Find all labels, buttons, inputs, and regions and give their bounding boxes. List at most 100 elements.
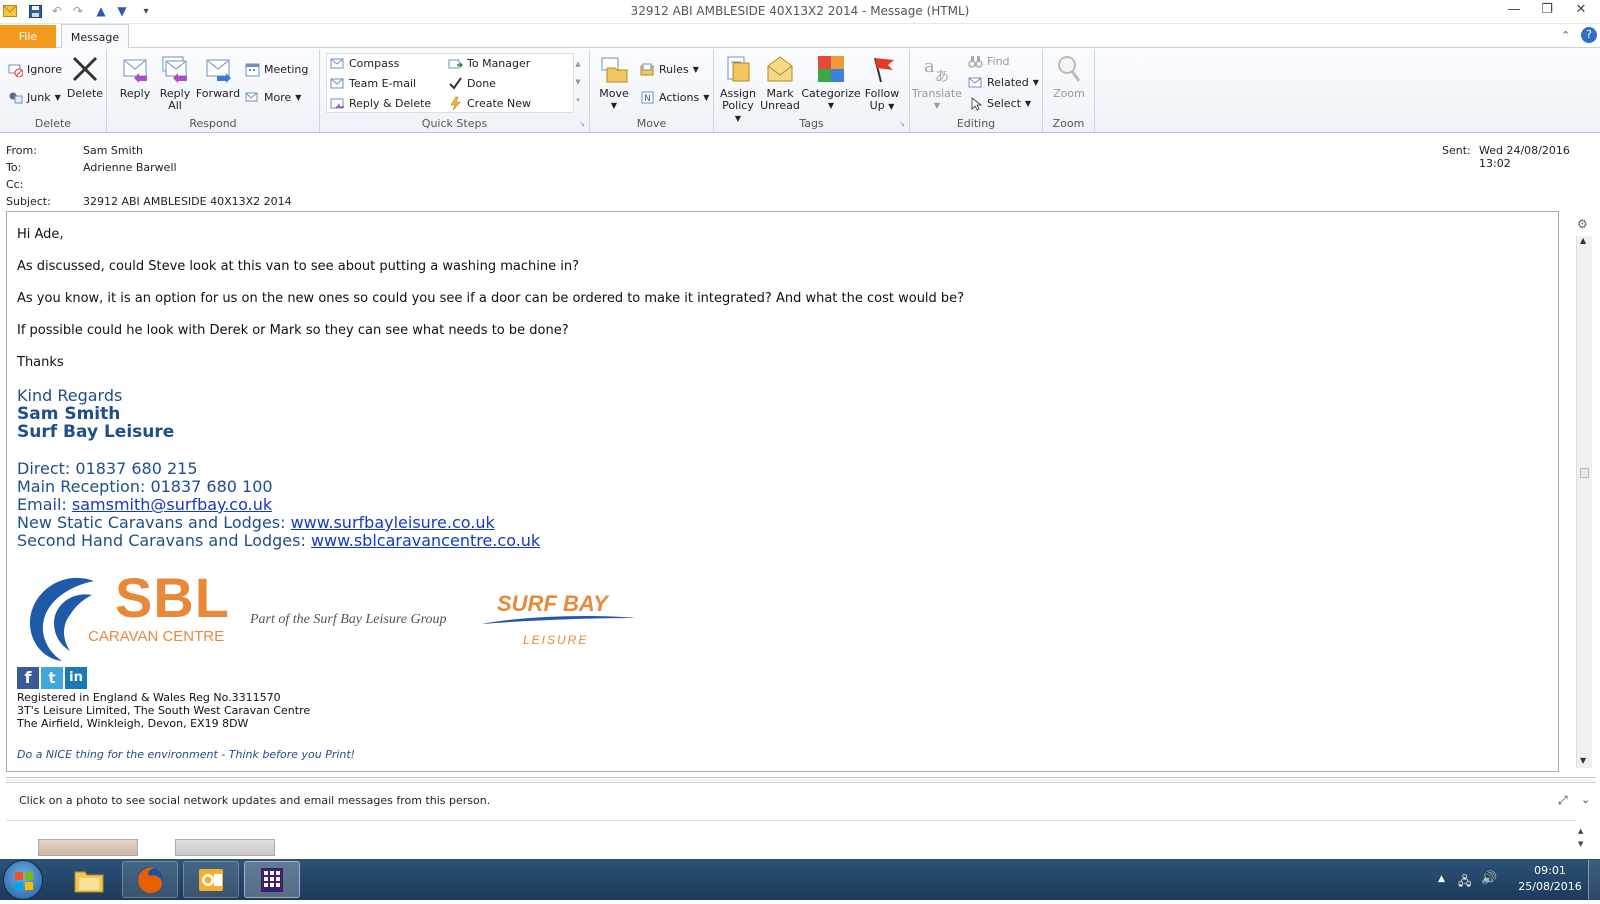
from-value[interactable]: Sam Smith — [83, 144, 143, 157]
select-button[interactable]: Select ▼ — [968, 96, 1031, 111]
quick-step-compass[interactable]: Compass — [330, 56, 399, 71]
thanks: Thanks — [17, 355, 64, 370]
chevron-down-icon: ▼ — [933, 101, 941, 110]
dialog-launcher-icon[interactable]: ↘ — [579, 120, 585, 128]
chevron-down-icon: ▼ — [54, 93, 61, 102]
vertical-scrollbar[interactable]: ▲ ▼ — [1576, 236, 1592, 768]
twitter-icon[interactable]: t — [41, 667, 63, 689]
reply-label: Reply — [119, 87, 151, 100]
scroll-up-icon[interactable]: ▲ — [1580, 236, 1586, 245]
logo-caravan-centre: CARAVAN CENTRE — [88, 628, 225, 645]
signature-regards: Kind Regards — [17, 386, 123, 405]
pane-splitter[interactable] — [6, 777, 1596, 781]
people-scroll[interactable]: ▲ ▼ — [1578, 825, 1583, 851]
windows-taskbar — [0, 859, 1600, 900]
junk-button[interactable]: Junk ▼ — [8, 90, 61, 105]
rules-button[interactable]: Rules ▼ — [640, 62, 699, 77]
quick-step-label: To Manager — [467, 57, 531, 70]
quick-step-to-manager[interactable]: To Manager — [448, 56, 530, 71]
forward-button[interactable]: Forward — [195, 54, 241, 100]
minimize-ribbon-icon[interactable]: ⌃ — [1561, 29, 1570, 42]
sent-value: Wed 24/08/2016 13:02 — [1479, 144, 1570, 170]
ignore-button[interactable]: Ignore — [8, 62, 62, 78]
taskbar-firefox[interactable] — [122, 861, 178, 898]
translate-button[interactable]: aあ Translate ▼ — [912, 54, 962, 112]
quick-steps-group: Compass To Manager Team E-mail Done Repl… — [320, 50, 590, 132]
quick-steps-scroll[interactable]: ▲ ▼ ▾ — [572, 55, 584, 109]
firefox-icon — [137, 866, 163, 893]
to-manager-icon — [448, 56, 464, 71]
chevron-down-icon: ▼ — [692, 65, 699, 74]
taskbar-calculator-app[interactable] — [244, 861, 300, 898]
tab-file[interactable]: File — [0, 25, 56, 48]
move-group-label: Move — [636, 117, 667, 130]
quick-step-reply-delete[interactable]: Reply & Delete — [330, 96, 431, 111]
delete-label: Delete — [66, 87, 104, 100]
reply-all-button[interactable]: Reply All — [155, 54, 195, 112]
svg-text:N: N — [644, 94, 651, 104]
second-hand-label: Second Hand Caravans and Lodges: — [17, 531, 311, 550]
move-button[interactable]: Move ▼ — [596, 54, 632, 112]
show-desktop-button[interactable] — [1588, 860, 1600, 900]
quick-step-team-email[interactable]: Team E-mail — [330, 76, 416, 91]
email-link[interactable]: samsmith@surfbay.co.uk — [72, 495, 272, 514]
find-button[interactable]: Find — [968, 54, 1010, 69]
show-hidden-icons[interactable]: ▲ — [1438, 874, 1445, 884]
actions-button[interactable]: N Actions ▼ — [640, 90, 709, 105]
network-icon[interactable]: 🖧 — [1458, 872, 1471, 893]
minimize-button[interactable]: — — [1500, 2, 1528, 20]
signature-name: Sam Smith — [17, 404, 121, 424]
tab-message[interactable]: Message — [61, 24, 129, 49]
clock-date[interactable]: 25/08/2016 — [1508, 880, 1592, 893]
paragraph-3: If possible could he look with Derek or … — [17, 323, 569, 338]
window-title: 32912 ABI AMBLESIDE 40X13X2 2014 - Messa… — [630, 4, 970, 18]
signature-company: Surf Bay Leisure — [17, 422, 175, 442]
expand-pane-icon[interactable]: ⤢ — [1558, 793, 1568, 808]
title-bar: ↶ ↷ ▲ ▼ ▾ 32912 ABI AMBLESIDE 40X13X2 20… — [0, 0, 1600, 24]
close-button[interactable]: ✕ — [1567, 2, 1595, 20]
quick-step-done[interactable]: Done — [448, 76, 496, 91]
help-icon[interactable]: ? — [1581, 27, 1597, 43]
people-pane: Click on a photo to see social network u… — [6, 782, 1596, 822]
registration-line-2: 3T's Leisure Limited, The South West Car… — [17, 704, 311, 717]
settings-icon[interactable]: ⚙ — [1577, 217, 1588, 231]
scroll-down-icon[interactable]: ▼ — [1580, 756, 1586, 765]
new-caravans-label: New Static Caravans and Lodges: — [17, 513, 291, 532]
checkmark-icon — [448, 76, 463, 91]
new-caravans-link[interactable]: www.surfbayleisure.co.uk — [291, 513, 495, 532]
facebook-icon[interactable]: f — [17, 667, 39, 689]
volume-icon[interactable]: 🔊 — [1481, 871, 1497, 886]
linkedin-icon[interactable]: in — [65, 667, 87, 689]
contact-photo-2[interactable] — [175, 839, 275, 856]
categorize-button[interactable]: Categorize ▼ — [801, 54, 861, 112]
zoom-button[interactable]: Zoom — [1049, 54, 1089, 100]
delete-button[interactable]: Delete — [66, 54, 104, 100]
dialog-launcher-icon[interactable]: ↘ — [899, 120, 905, 128]
compass-icon — [330, 56, 345, 71]
mark-unread-button[interactable]: Mark Unread — [760, 54, 800, 112]
second-hand-line: Second Hand Caravans and Lodges: www.sbl… — [17, 531, 540, 550]
contact-photo-1[interactable] — [38, 839, 138, 856]
taskbar-explorer[interactable] — [61, 861, 117, 898]
taskbar-outlook[interactable] — [183, 861, 239, 898]
more-respond-button[interactable]: More ▼ — [245, 90, 301, 105]
sbl-wave-logo — [22, 573, 116, 663]
to-value[interactable]: Adrienne Barwell — [83, 161, 177, 174]
svg-text:あ: あ — [935, 69, 949, 84]
restore-button[interactable]: ❐ — [1533, 2, 1561, 20]
quick-step-create-new[interactable]: Create New — [448, 96, 531, 111]
assign-policy-icon — [723, 54, 753, 84]
assign-policy-button[interactable]: Assign Policy ▼ — [718, 54, 758, 125]
clock-time[interactable]: 09:01 — [1520, 864, 1580, 877]
scroll-thumb[interactable] — [1580, 468, 1589, 478]
second-hand-link[interactable]: www.sblcaravancentre.co.uk — [311, 531, 540, 550]
related-button[interactable]: Related ▼ — [968, 75, 1039, 90]
meeting-button[interactable]: Meeting — [245, 62, 308, 77]
reply-button[interactable]: Reply — [115, 54, 155, 100]
move-folder-icon — [599, 54, 629, 84]
chevron-down-icon: ▼ — [295, 93, 302, 102]
zoom-group-label: Zoom — [1052, 117, 1085, 130]
follow-up-button[interactable]: Follow Up ▼ — [860, 54, 904, 113]
collapse-pane-icon[interactable]: ⌄ — [1581, 793, 1590, 806]
start-button[interactable] — [3, 860, 43, 900]
